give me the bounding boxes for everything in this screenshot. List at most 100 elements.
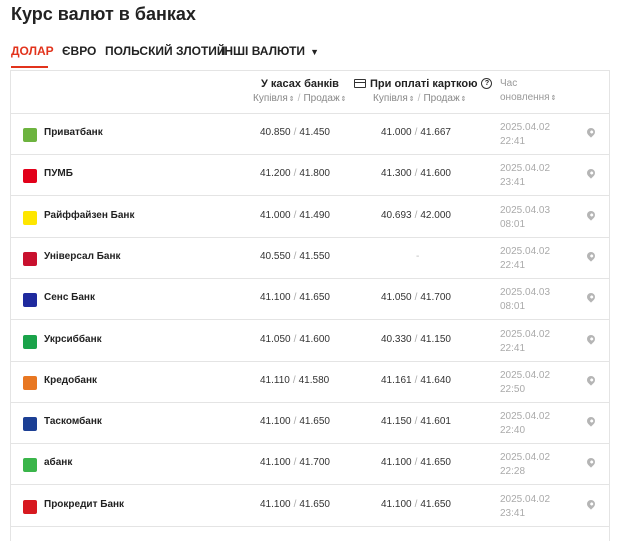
card-rate: 41.000/41.667	[381, 127, 451, 138]
cash-sell-value: 41.650	[299, 498, 330, 510]
sort-icon: ⇕	[460, 96, 467, 103]
help-icon[interactable]: ?	[481, 77, 493, 89]
rate-separator: /	[293, 292, 297, 304]
bank-name[interactable]: Прокредит Банк	[44, 499, 124, 510]
card-buy-value: 41.300	[381, 168, 412, 180]
tab-polish-zloty[interactable]: ПОЛЬСКИЙ ЗЛОТИЙ	[105, 44, 226, 58]
bank-logo-icon	[23, 128, 37, 142]
cash-sell-value: 41.650	[299, 292, 330, 304]
card-buy-value: 41.161	[381, 374, 412, 386]
card-rate: 40.330/41.150	[381, 334, 451, 345]
rate-separator: /	[414, 168, 418, 180]
rate-separator: /	[414, 209, 418, 221]
map-pin-icon[interactable]	[585, 208, 597, 221]
rate-separator: /	[293, 250, 297, 262]
cash-buy-sort[interactable]: Купівля⇕	[253, 93, 295, 104]
update-timestamp: 2025.04.02 22:41	[500, 245, 550, 273]
cash-rate: 41.000/41.490	[260, 210, 330, 221]
map-pin-icon[interactable]	[585, 332, 597, 345]
table-row[interactable]: Укрсиббанк 41.050/41.600 40.330/41.150 2025…	[11, 321, 609, 362]
card-sell-sort[interactable]: Продаж⇕	[423, 93, 466, 104]
cash-buy-value: 41.200	[260, 168, 291, 180]
table-row[interactable]: Сенс Банк 41.100/41.650 41.050/41.700 2025.…	[11, 279, 609, 321]
cash-buy-value: 40.550	[260, 250, 291, 262]
bank-name[interactable]: Універсал Банк	[44, 251, 121, 262]
update-timestamp: 2025.04.02 22:40	[500, 410, 550, 438]
update-time: 08:01	[500, 218, 526, 230]
bank-name[interactable]: Райффайзен Банк	[44, 210, 134, 221]
map-pin-icon[interactable]	[585, 374, 597, 386]
rate-separator: /	[414, 374, 418, 386]
cash-sell-value: 41.800	[299, 168, 330, 180]
map-pin-icon[interactable]	[585, 456, 597, 469]
update-time-header-line1: Час	[500, 78, 518, 89]
cash-rate: 41.100/41.650	[260, 292, 330, 303]
card-rate: 41.050/41.700	[381, 292, 451, 303]
cash-buy-value: 41.050	[260, 333, 291, 345]
table-header: У касах банків Купівля⇕ / Продаж⇕ При опла…	[11, 71, 609, 114]
rate-separator: /	[414, 127, 418, 138]
update-time: 22:40	[500, 425, 526, 437]
update-timestamp: 2025.04.02 22:50	[500, 369, 550, 397]
card-sell-value: 42.000	[420, 209, 451, 221]
cash-rate: 41.110/41.580	[260, 375, 329, 386]
cash-buy-value: 41.000	[260, 209, 291, 221]
tab-other-currencies[interactable]: ІНШІ ВАЛЮТИ ▼	[221, 44, 319, 58]
bank-name[interactable]: Таскомбанк	[44, 416, 102, 427]
bank-name[interactable]: Укрсиббанк	[44, 334, 102, 345]
card-buy-value: 41.100	[381, 457, 412, 469]
tab-dollar[interactable]: ДОЛАР	[11, 44, 54, 68]
caret-down-icon: ▼	[310, 47, 319, 57]
map-pin-icon[interactable]	[585, 291, 597, 303]
bank-logo-icon	[23, 375, 37, 390]
table-row[interactable]: Таскомбанк 41.100/41.650 41.150/41.601 2025…	[11, 403, 609, 445]
card-rate: 41.100/41.650	[381, 457, 451, 468]
table-row[interactable]: Райффайзен Банк 41.000/41.490 40.693/42.00…	[11, 197, 609, 238]
card-sell-value: 41.650	[420, 457, 451, 469]
update-date: 2025.04.02	[500, 328, 551, 340]
cash-buy-value: 41.110	[260, 374, 290, 386]
card-sell-value: 41.600	[420, 168, 451, 180]
bank-name[interactable]: Кредобанк	[44, 375, 97, 386]
rate-separator: /	[293, 168, 297, 180]
cash-sell-sort[interactable]: Продаж⇕	[303, 93, 346, 104]
card-buy-value: 41.000	[381, 127, 412, 138]
table-row[interactable]: Універсал Банк 40.550/41.550 - 2025.04.02 22…	[11, 238, 609, 279]
map-pin-icon[interactable]	[585, 126, 597, 138]
update-date: 2025.04.02	[500, 411, 551, 423]
table-row[interactable]: ПУМБ 41.200/41.800 41.300/41.600 2025.04.02…	[11, 155, 609, 197]
cash-buy-value: 40.850	[260, 127, 291, 138]
map-pin-icon[interactable]	[585, 250, 597, 262]
map-pin-icon[interactable]	[585, 498, 597, 510]
rate-separator: /	[293, 416, 297, 428]
table-row[interactable]: Прокредит Банк 41.100/41.650 41.100/41.650…	[11, 486, 609, 527]
update-time: 08:01	[500, 301, 526, 313]
update-timestamp: 2025.04.02 22:41	[500, 121, 550, 149]
tab-euro[interactable]: ЄВРО	[62, 44, 96, 58]
sort-icon: ⇕	[288, 96, 295, 103]
card-buy-sort[interactable]: Купівля⇕	[373, 93, 415, 104]
table-row[interactable]: Кредобанк 41.110/41.580 41.161/41.640 2025.…	[11, 362, 609, 403]
bank-logo-icon	[23, 169, 37, 184]
bank-name[interactable]: Приватбанк	[44, 127, 103, 138]
tab-polish-zloty-label: ПОЛЬСКИЙ ЗЛОТИЙ	[105, 44, 226, 58]
rate-separator: /	[293, 333, 297, 345]
table-row[interactable]: Приватбанк 40.850/41.450 41.000/41.667 2025…	[11, 114, 609, 155]
rate-separator: /	[293, 209, 297, 221]
update-time-header-line2[interactable]: оновлення⇕	[500, 92, 556, 103]
card-group-header: При оплаті карткою?	[354, 77, 493, 90]
cash-rate: 40.550/41.550	[260, 251, 330, 262]
bank-name[interactable]: ПУМБ	[44, 168, 73, 179]
map-pin-icon[interactable]	[585, 415, 597, 427]
update-timestamp: 2025.04.02 22:41	[500, 328, 550, 356]
card-rate: 40.693/42.000	[381, 210, 451, 221]
update-timestamp: 2025.04.03 08:01	[500, 204, 550, 232]
cash-rate: 41.200/41.800	[260, 168, 330, 179]
bank-logo-icon	[23, 251, 37, 266]
bank-name[interactable]: Сенс Банк	[44, 292, 95, 303]
table-row[interactable]: абанк 41.100/41.700 41.100/41.650 2025.04.0…	[11, 444, 609, 486]
map-pin-icon[interactable]	[585, 167, 597, 179]
rate-separator: /	[293, 457, 297, 469]
bank-name[interactable]: абанк	[44, 457, 72, 468]
cash-sell-value: 41.600	[299, 333, 330, 345]
